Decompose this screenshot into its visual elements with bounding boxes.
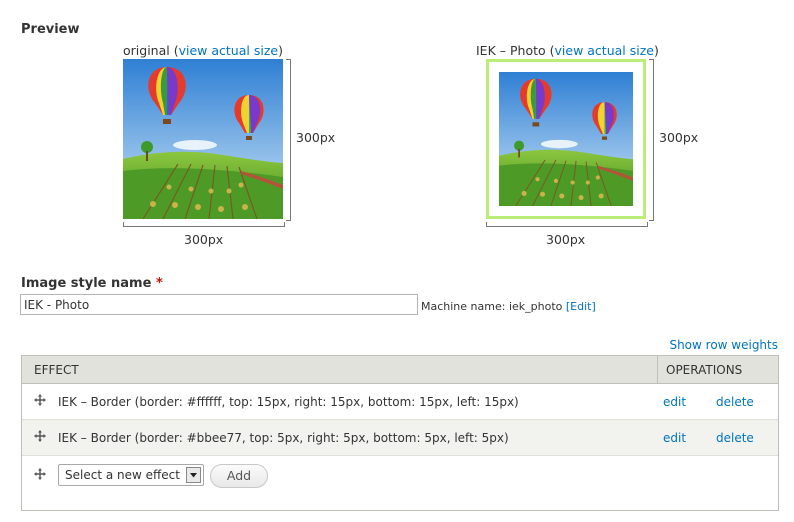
- effect-edit-link[interactable]: edit: [663, 395, 686, 409]
- header-operations: OPERATIONS: [666, 363, 743, 377]
- effect-delete-link[interactable]: delete: [716, 395, 754, 409]
- required-marker: *: [155, 276, 163, 291]
- styled-inner-image: [499, 72, 633, 206]
- original-height-bracket: [286, 59, 291, 221]
- paren-close: ): [278, 43, 283, 58]
- balloon-scene-image: [123, 59, 283, 219]
- table-row: IEK – Border (border: #bbee77, top: 5px,…: [22, 420, 778, 456]
- effect-delete-link[interactable]: delete: [716, 431, 754, 445]
- new-effect-select-value: Select a new effect: [65, 468, 180, 482]
- table-header: EFFECT OPERATIONS: [22, 356, 778, 384]
- effect-edit-link[interactable]: edit: [663, 431, 686, 445]
- drag-handle-icon[interactable]: [34, 430, 46, 442]
- original-view-actual-size-link[interactable]: view actual size: [179, 43, 278, 58]
- add-effect-button[interactable]: Add: [210, 464, 268, 488]
- styled-preview-image[interactable]: [486, 59, 646, 219]
- new-effect-select[interactable]: Select a new effect: [58, 464, 204, 486]
- select-arrow-glyph: [190, 473, 197, 478]
- styled-height-label: 300px: [659, 130, 699, 145]
- drag-handle-icon[interactable]: [34, 468, 46, 480]
- image-style-name-label: Image style name *: [21, 276, 163, 291]
- header-divider: [657, 356, 658, 383]
- machine-name-edit-link[interactable]: [Edit]: [566, 300, 596, 313]
- balloon-scene-image: [499, 72, 633, 206]
- original-height-label: 300px: [296, 130, 336, 145]
- styled-width-bracket: [486, 222, 648, 227]
- preview-title: Preview: [21, 22, 80, 37]
- image-style-name-text: Image style name: [21, 276, 152, 291]
- show-row-weights-link[interactable]: Show row weights: [669, 338, 778, 352]
- styled-width-label: 300px: [546, 232, 586, 247]
- effect-description: IEK – Border (border: #ffffff, top: 15px…: [58, 395, 519, 409]
- original-caption: original (view actual size): [123, 43, 283, 58]
- styled-view-actual-size-link[interactable]: view actual size: [555, 43, 654, 58]
- drag-handle-icon[interactable]: [34, 394, 46, 406]
- effect-description: IEK – Border (border: #bbee77, top: 5px,…: [58, 431, 509, 445]
- chevron-down-icon[interactable]: [186, 467, 201, 483]
- image-style-name-input[interactable]: [20, 294, 418, 315]
- styled-caption: IEK – Photo (view actual size): [476, 43, 659, 58]
- original-width-bracket: [123, 222, 285, 227]
- original-width-label: 300px: [184, 232, 224, 247]
- styled-height-bracket: [649, 59, 654, 221]
- effects-table: EFFECT OPERATIONS IEK – Border (border: …: [21, 355, 779, 511]
- header-effect: EFFECT: [34, 363, 79, 377]
- machine-name: Machine name: iek_photo [Edit]: [421, 300, 596, 313]
- paren-close: ): [653, 43, 659, 58]
- table-row: IEK – Border (border: #ffffff, top: 15px…: [22, 384, 778, 420]
- original-preview-image[interactable]: [123, 59, 283, 219]
- machine-name-label: Machine name: iek_photo: [421, 300, 563, 313]
- styled-label: IEK – Photo: [476, 43, 546, 58]
- original-label: original: [123, 43, 170, 58]
